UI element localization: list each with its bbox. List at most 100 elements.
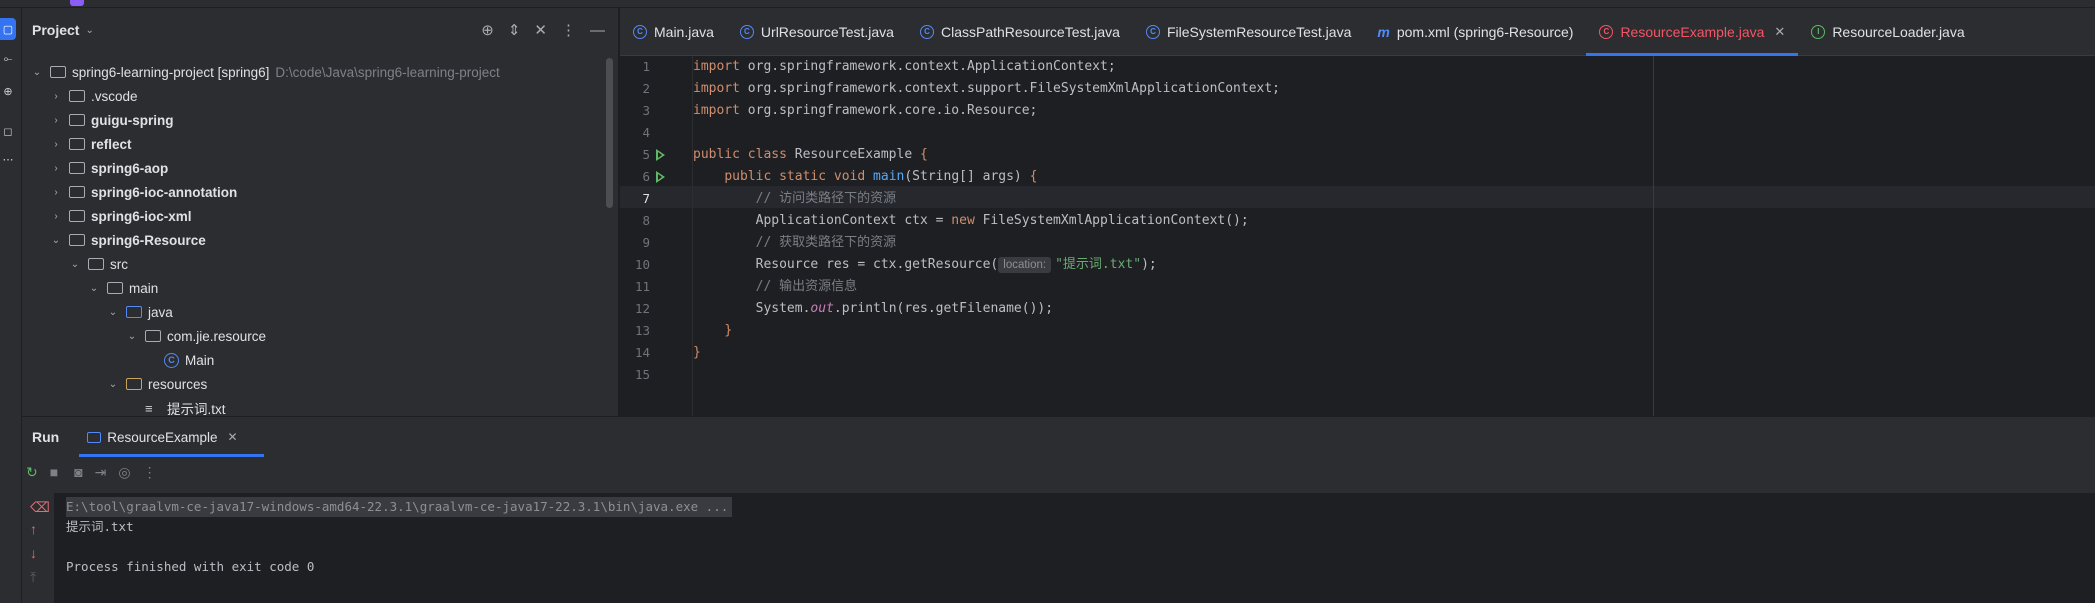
code-editor[interactable]: 1 2 3 4 5 6 7 8 9 10 11 12 13 14 15 import org.springf… [620,56,2095,416]
code-text: FileSystemXmlApplicationContext(); [974,213,1249,228]
run-panel-title[interactable]: Run [32,429,59,445]
class-icon: C [1599,24,1614,39]
console-output[interactable]: E:\tool\graalvm-ce-java17-windows-amd64-… [54,493,2095,603]
tree-item-label: guigu-spring [91,112,174,128]
project-tree-scrollbar[interactable] [606,58,613,208]
scroll-up-icon[interactable]: ↑ [30,521,37,537]
folder-module-icon [69,234,85,246]
tree-item[interactable]: › reflect [22,132,602,156]
tree-item[interactable]: ⌄ main [22,276,602,300]
keyword: import [693,59,740,74]
tree-item[interactable]: ⌄ spring6-Resource [22,228,602,252]
chevron-down-icon[interactable]: ⌄ [106,379,120,390]
console-side-toolbar: ⌫ ↑ ↓ ⤒ [22,493,54,603]
tree-item[interactable]: › .vscode [22,84,602,108]
folder-module-icon [69,162,85,174]
structure-tool-icon[interactable]: ◻ [0,120,16,142]
line-number: 14 [634,345,650,360]
restore-layout-icon[interactable]: ⇥ [95,464,107,481]
code-line-13: } [693,320,732,342]
tree-item[interactable]: ⌄ com.jie.resource [22,324,602,348]
scroll-down-icon[interactable]: ↓ [30,545,37,561]
expand-all-icon[interactable]: ⇕ [508,21,521,39]
tree-item[interactable]: ⌄ java [22,300,602,324]
folder-icon [107,282,123,294]
tree-item-label: spring6-Resource [91,232,206,248]
chevron-right-icon[interactable]: › [49,91,63,102]
editor-tab-label: ResourceExample.java [1620,23,1765,40]
chevron-right-icon[interactable]: › [49,163,63,174]
tree-item[interactable]: ⌄ spring6-learning-project [spring6] D:\co… [22,60,602,84]
editor-tab[interactable]: C ClassPathResourceTest.java [907,8,1133,56]
tree-item-label: .vscode [91,88,138,104]
chevron-down-icon[interactable]: ⌄ [68,259,82,270]
line-number: 10 [634,257,650,272]
editor-tab[interactable]: C UrlResourceTest.java [727,8,907,56]
chevron-down-icon[interactable]: ⌄ [106,307,120,318]
tree-item[interactable]: › guigu-spring [22,108,602,132]
commit-tool-icon[interactable]: ⟜ [0,48,16,70]
close-icon[interactable]: ✕ [1774,24,1785,40]
chevron-right-icon[interactable]: › [49,139,63,150]
editor-tab[interactable]: C Main.java [620,8,727,56]
folder-module-icon [69,138,85,150]
line-number: 9 [642,235,650,250]
tree-item-label: src [110,256,128,272]
line-number: 12 [634,301,650,316]
chevron-down-icon[interactable]: ⌄ [125,331,139,342]
tree-item[interactable]: › spring6-ioc-xml [22,204,602,228]
editor-tab[interactable]: C ResourceExample.java ✕ [1586,8,1799,56]
more-options-icon[interactable]: ⋮ [143,464,157,481]
editor-tab[interactable]: m pom.xml (spring6-Resource) [1364,8,1586,56]
line-number: 8 [642,213,650,228]
app-logo-icon [70,0,84,6]
project-panel-title[interactable]: Project [32,22,79,38]
keyword: import [693,81,740,96]
camera-icon[interactable]: ◙ [74,464,82,480]
folder-resources-icon [126,378,142,390]
brace: } [693,345,701,360]
project-tool-icon[interactable]: ▢ [0,18,16,40]
coverage-icon[interactable]: ◎ [118,464,130,481]
more-tools-icon[interactable]: ⋯ [0,148,16,170]
editor-tab[interactable]: I ResourceLoader.java [1798,8,1977,56]
editor-tab[interactable]: C FileSystemResourceTest.java [1133,8,1364,56]
scroll-top-icon[interactable]: ⤒ [30,569,36,586]
comment: // 访问类路径下的资源 [755,191,897,206]
chevron-down-icon[interactable]: ⌄ [87,283,101,294]
keyword: new [951,213,975,228]
hide-panel-icon[interactable]: — [590,22,605,39]
tree-item[interactable]: › spring6-ioc-annotation [22,180,602,204]
line-number: 3 [642,103,650,118]
tree-item[interactable]: C Main [22,348,602,372]
chevron-right-icon[interactable]: › [49,187,63,198]
project-tree: ⌄ spring6-learning-project [spring6] D:\co… [22,60,602,420]
collapse-all-icon[interactable]: ✕ [534,21,547,39]
class-icon: C [164,352,179,368]
stop-icon[interactable]: ■ [50,464,58,480]
clear-console-icon[interactable]: ⌫ [30,499,50,516]
lock-tool-icon[interactable]: ⊕ [0,80,16,102]
run-config-tab[interactable]: ResourceExample ✕ [79,417,265,457]
maven-icon: m [1377,23,1390,40]
close-icon[interactable]: ✕ [228,430,238,444]
run-gutter-icon[interactable] [656,171,665,183]
code-text: .println(res.getFilename()); [833,301,1054,316]
chevron-right-icon[interactable]: › [49,115,63,126]
chevron-down-icon[interactable]: ⌄ [85,25,93,36]
rerun-icon[interactable]: ↻ [26,464,38,481]
run-gutter-icon[interactable] [656,149,665,161]
folder-module-icon [69,186,85,198]
project-panel-toolbar: ⊕ ⇕ ✕ ⋮ — [481,8,605,52]
editor-tab-label: FileSystemResourceTest.java [1166,23,1352,40]
code-line-9: // 获取类路径下的资源 [693,232,896,254]
editor-tab-bar: C Main.java C UrlResourceTest.java C ClassPat… [620,8,2095,56]
tree-item[interactable]: › spring6-aop [22,156,602,180]
tree-item[interactable]: ⌄ src [22,252,602,276]
locate-file-icon[interactable]: ⊕ [481,21,494,39]
chevron-right-icon[interactable]: › [49,211,63,222]
options-menu-icon[interactable]: ⋮ [561,21,576,39]
tree-item[interactable]: ⌄ resources [22,372,602,396]
chevron-down-icon[interactable]: ⌄ [30,67,44,78]
chevron-down-icon[interactable]: ⌄ [49,235,63,246]
